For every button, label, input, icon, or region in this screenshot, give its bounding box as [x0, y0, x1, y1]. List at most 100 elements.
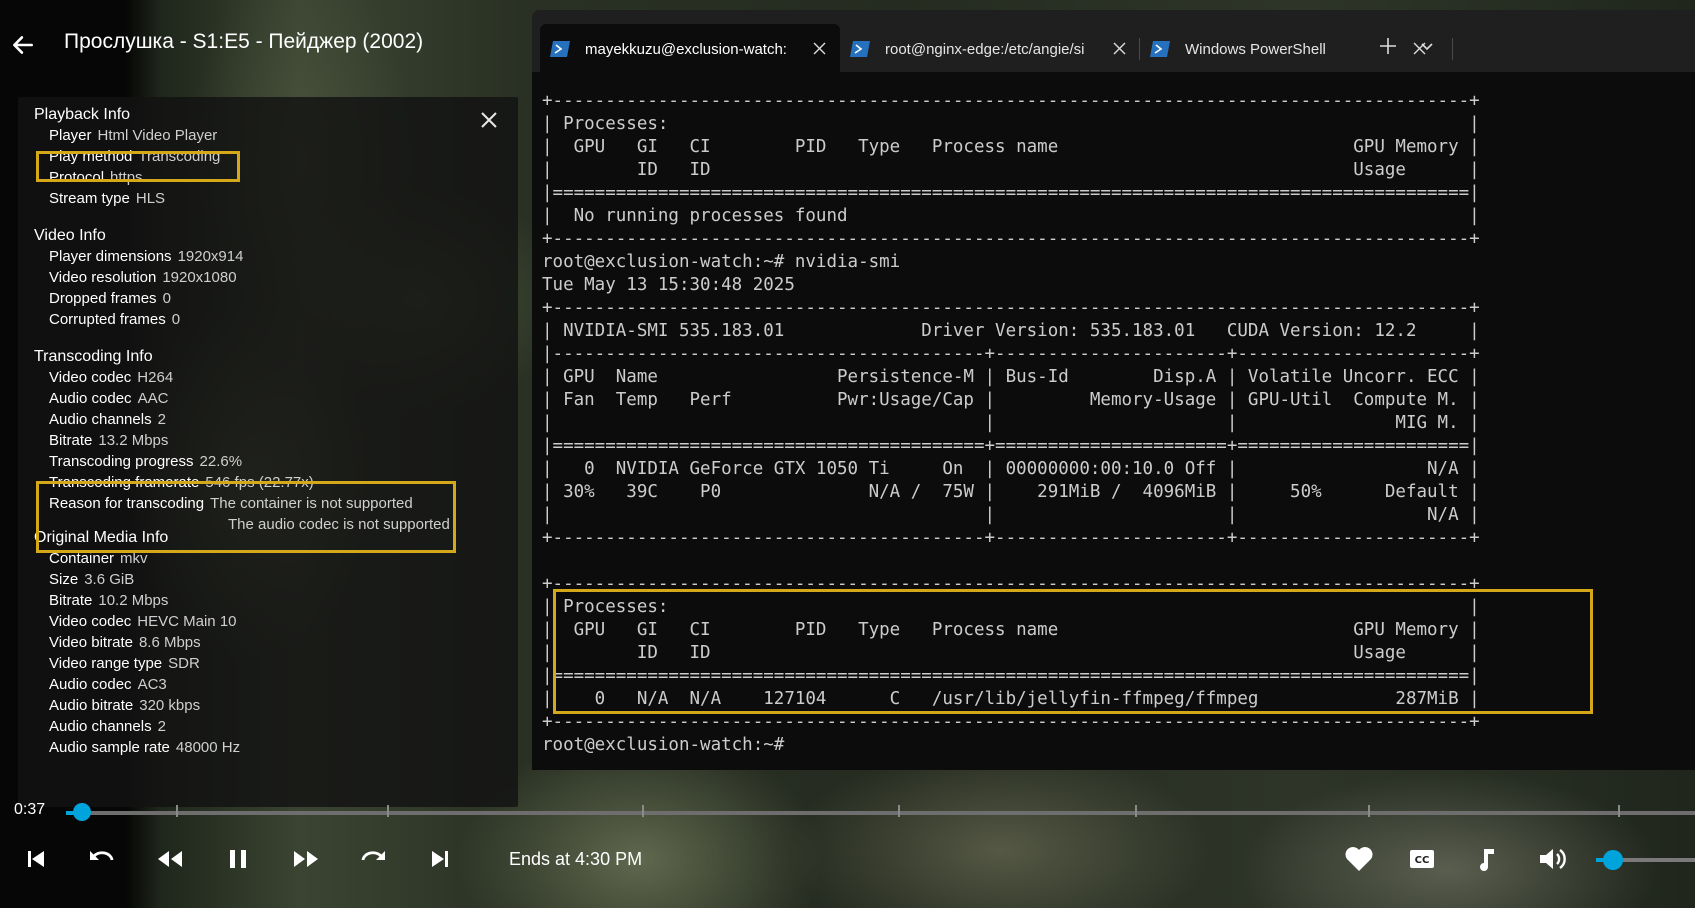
section-title-transcoding: Transcoding Info — [34, 348, 153, 365]
ends-at-label: Ends at 4:30 PM — [509, 849, 643, 869]
info-value: 2 — [157, 718, 166, 735]
info-row: Video codec H264 — [49, 369, 173, 386]
info-value: 10.2 Mbps — [98, 592, 169, 609]
info-label: Stream type — [49, 190, 130, 207]
info-label: Video range type — [49, 655, 163, 672]
highlight-box-play-method — [36, 151, 240, 182]
info-label: Audio channels — [49, 411, 152, 428]
powershell-icon — [1150, 41, 1170, 57]
info-value: SDR — [168, 655, 200, 672]
info-label: Size — [49, 571, 79, 588]
music-note-icon[interactable] — [1470, 843, 1502, 875]
info-value: 2 — [157, 411, 166, 428]
tab-label: root@nginx-edge:/etc/angie/si — [885, 41, 1085, 58]
pause-icon[interactable] — [222, 843, 254, 875]
chapter-marker — [898, 805, 900, 817]
section-title-playback: Playback Info — [34, 106, 131, 123]
info-row: Audio codec AC3 — [49, 676, 167, 693]
info-value: 320 kbps — [139, 697, 201, 714]
rewind-icon[interactable] — [86, 843, 118, 875]
back-arrow-icon[interactable] — [10, 32, 36, 58]
info-label: Video bitrate — [49, 634, 133, 651]
info-label: Video resolution — [49, 269, 157, 286]
tab-label: mayekkuzu@exclusion-watch: — [585, 41, 787, 58]
video-title: Прослушка - S1:E5 - Пейджер (2002) — [64, 30, 424, 53]
forward-icon[interactable] — [357, 843, 389, 875]
info-row: Corrupted frames 0 — [49, 311, 180, 328]
info-label: Dropped frames — [49, 290, 157, 307]
current-time: 0:37 — [14, 801, 46, 818]
info-label: Audio bitrate — [49, 697, 134, 714]
info-row: Audio channels 2 — [49, 718, 166, 735]
playback-info-panel: Playback Info Player Html Video Player Play… — [18, 97, 518, 807]
chapter-marker — [387, 805, 389, 817]
info-value: Html Video Player — [97, 127, 218, 144]
info-value: H264 — [137, 369, 174, 386]
info-row: Audio channels 2 — [49, 411, 166, 428]
info-value: 1920x914 — [177, 248, 244, 265]
heart-icon[interactable] — [1343, 843, 1375, 875]
info-value: 8.6 Mbps — [138, 634, 201, 651]
info-row: Video resolution 1920x1080 — [49, 269, 237, 286]
chapter-marker — [176, 805, 178, 817]
info-label: Audio sample rate — [49, 739, 170, 756]
info-label: Audio channels — [49, 718, 152, 735]
svg-text:CC: CC — [1415, 855, 1430, 866]
tab-terminal-2[interactable]: root@nginx-edge:/etc/angie/si — [840, 24, 1140, 72]
section-title-video: Video Info — [34, 227, 106, 244]
info-row: Bitrate 13.2 Mbps — [49, 432, 168, 449]
info-label: Corrupted frames — [49, 311, 166, 328]
info-label: Bitrate — [49, 592, 93, 609]
chapter-marker — [1618, 805, 1620, 817]
info-row: Video bitrate 8.6 Mbps — [49, 634, 201, 651]
skip-previous-icon[interactable] — [20, 843, 52, 875]
info-value: AC3 — [137, 676, 167, 693]
tab-divider — [1452, 38, 1453, 60]
info-row: Size 3.6 GiB — [49, 571, 134, 588]
info-label: Player — [49, 127, 92, 144]
skip-next-icon[interactable] — [424, 843, 456, 875]
volume-icon[interactable] — [1536, 843, 1568, 875]
fast-forward-icon[interactable] — [290, 843, 322, 875]
terminal-tab-bar: mayekkuzu@exclusion-watch: root@nginx-ed… — [532, 10, 1695, 72]
info-row: Transcoding progress 22.6% — [49, 453, 242, 470]
info-row: Bitrate 10.2 Mbps — [49, 592, 168, 609]
info-value: HEVC Main 10 — [137, 613, 237, 630]
info-value: 48000 Hz — [175, 739, 241, 756]
seek-bar[interactable] — [66, 811, 1695, 815]
highlight-box-processes — [553, 589, 1593, 714]
info-row: Player Html Video Player — [49, 127, 217, 144]
close-tab-icon[interactable] — [1113, 42, 1126, 55]
powershell-icon — [550, 41, 570, 57]
info-label: Transcoding progress — [49, 453, 194, 470]
info-row: Audio bitrate 320 kbps — [49, 697, 200, 714]
highlight-box-transcoding-reason — [36, 481, 456, 553]
volume-thumb[interactable] — [1603, 850, 1623, 870]
info-label: Player dimensions — [49, 248, 172, 265]
tab-terminal-1[interactable]: mayekkuzu@exclusion-watch: — [540, 24, 840, 72]
chapter-marker — [642, 805, 644, 817]
info-row: Audio codec AAC — [49, 390, 168, 407]
fast-rewind-icon[interactable] — [154, 843, 186, 875]
info-row: Dropped frames 0 — [49, 290, 171, 307]
info-label: Video codec — [49, 369, 132, 386]
closed-captions-icon[interactable]: CC — [1406, 843, 1438, 875]
info-row: Stream type HLS — [49, 190, 165, 207]
chevron-down-icon[interactable] — [1416, 34, 1438, 58]
info-value: HLS — [135, 190, 166, 207]
info-label: Audio codec — [49, 676, 132, 693]
info-row: Video codec HEVC Main 10 — [49, 613, 237, 630]
close-icon[interactable] — [480, 111, 498, 129]
info-label: Bitrate — [49, 432, 93, 449]
seek-thumb[interactable] — [73, 803, 91, 821]
chapter-marker — [1135, 805, 1137, 817]
info-value: 0 — [171, 311, 181, 328]
chapter-marker — [1368, 805, 1370, 817]
plus-icon[interactable] — [1376, 34, 1400, 58]
info-value: 13.2 Mbps — [98, 432, 169, 449]
info-value: 22.6% — [199, 453, 243, 470]
info-row: Player dimensions 1920x914 — [49, 248, 243, 265]
info-label: Video codec — [49, 613, 132, 630]
close-tab-icon[interactable] — [813, 42, 826, 55]
info-value: 1920x1080 — [162, 269, 237, 286]
